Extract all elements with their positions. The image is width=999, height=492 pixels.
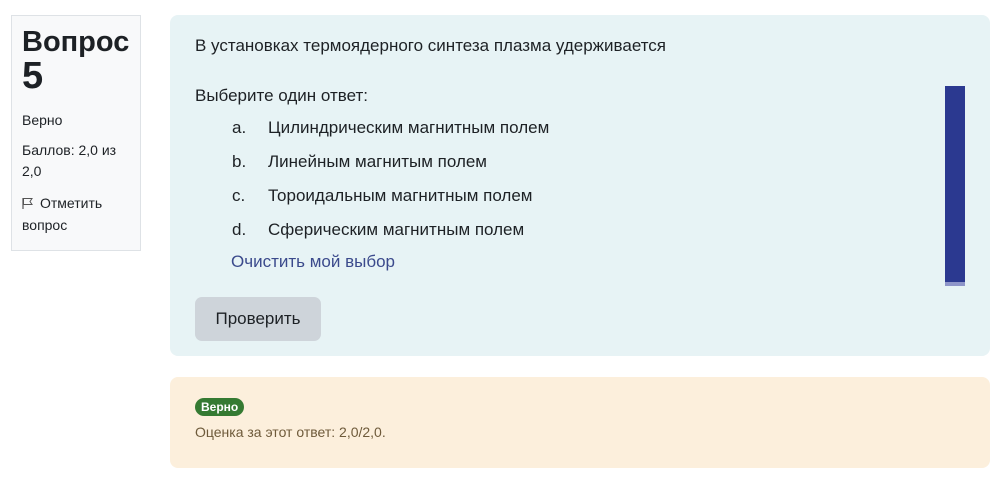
- answer-prompt: Выберите один ответ:: [195, 86, 368, 105]
- answer-text: Тороидальным магнитным полем: [268, 186, 533, 205]
- outcome-panel: Верно Оценка за этот ответ: 2,0/2,0.: [170, 377, 990, 468]
- flag-question-link[interactable]: Отметить вопрос: [22, 192, 130, 236]
- answer-radio[interactable]: [204, 155, 218, 169]
- question-title: Вопрос: [22, 26, 130, 58]
- scrollbar-thumb[interactable]: [945, 86, 965, 286]
- question-text: В установках термоядерного синтеза плазм…: [195, 36, 667, 55]
- answer-letter: d.: [232, 220, 247, 239]
- answer-option-c[interactable]: c. Тороидальным магнитным полем: [195, 179, 965, 213]
- answer-list: a. Цилиндрическим магнитным полем b. Лин…: [195, 111, 965, 247]
- answer-radio[interactable]: [204, 223, 218, 237]
- scrollbar-track-end: [945, 282, 965, 286]
- question-number: 5: [22, 55, 44, 97]
- question-formulation: В установках термоядерного синтеза плазм…: [170, 15, 990, 356]
- question-state: Верно: [22, 112, 63, 128]
- answer-text: Линейным магнитым полем: [268, 152, 487, 171]
- answer-letter: b.: [232, 152, 247, 171]
- check-button[interactable]: Проверить: [195, 297, 321, 341]
- answer-option-a[interactable]: a. Цилиндрическим магнитным полем: [195, 111, 965, 145]
- correct-badge: Верно: [195, 398, 245, 416]
- answer-text: Цилиндрическим магнитным полем: [268, 118, 550, 137]
- flag-label: Отметить вопрос: [22, 195, 103, 233]
- question-grade: Баллов: 2,0 из 2,0: [22, 142, 117, 179]
- grade-feedback: Оценка за этот ответ: 2,0/2,0.: [195, 424, 386, 440]
- clear-choice-link[interactable]: Очистить мой выбор: [231, 251, 395, 273]
- answer-letter: a.: [232, 118, 247, 137]
- flag-icon: [22, 198, 33, 209]
- answer-text: Сферическим магнитным полем: [268, 220, 525, 239]
- answer-radio[interactable]: [204, 189, 218, 203]
- question-info-panel: Вопрос 5 Верно Баллов: 2,0 из 2,0 Отмети…: [11, 15, 141, 251]
- answer-letter: c.: [232, 186, 246, 205]
- answer-option-d[interactable]: d. Сферическим магнитным полем: [195, 213, 965, 247]
- answer-option-b[interactable]: b. Линейным магнитым полем: [195, 145, 965, 179]
- answer-radio[interactable]: [204, 121, 218, 135]
